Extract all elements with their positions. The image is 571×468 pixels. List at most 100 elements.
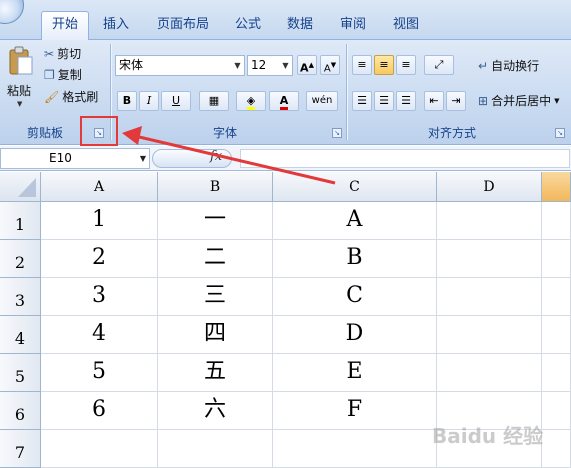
name-box-value: E10 — [49, 151, 72, 165]
grow-font-button[interactable]: A▲ — [297, 55, 317, 75]
select-all-triangle-icon — [18, 178, 36, 197]
align-top-button[interactable]: ≡ — [352, 55, 372, 75]
outdent-icon: ⇤ — [429, 94, 439, 107]
table-cell[interactable]: 1 — [41, 202, 158, 240]
table-cell[interactable]: 3 — [41, 278, 158, 316]
tab-review[interactable]: 审阅 — [333, 12, 373, 39]
phonetic-button[interactable]: wén — [306, 91, 338, 111]
font-size-box[interactable]: 12 ▼ — [247, 55, 293, 76]
table-cell[interactable] — [542, 316, 571, 354]
increase-indent-button[interactable]: ⇥ — [446, 91, 466, 111]
table-cell[interactable] — [542, 240, 571, 278]
chevron-down-icon[interactable]: ▼ — [279, 56, 292, 75]
table-cell[interactable] — [437, 278, 542, 316]
table-cell[interactable] — [542, 278, 571, 316]
row-header-6[interactable]: 6 — [0, 392, 41, 430]
table-cell[interactable]: E — [273, 354, 437, 392]
table-cell[interactable] — [41, 430, 158, 468]
table-cell[interactable]: 六 — [158, 392, 273, 430]
table-cell[interactable] — [437, 354, 542, 392]
table-cell[interactable]: C — [273, 278, 437, 316]
borders-button[interactable]: ▦ — [199, 91, 229, 111]
table-cell[interactable]: 四 — [158, 316, 273, 354]
table-cell[interactable]: 6 — [41, 392, 158, 430]
table-cell[interactable] — [273, 430, 437, 468]
align-bottom-button[interactable]: ≡ — [396, 55, 416, 75]
cut-button[interactable]: ✂ 剪切 — [44, 44, 81, 65]
row-header-3[interactable]: 3 — [0, 278, 41, 316]
align-middle-button[interactable]: ≡ — [374, 55, 394, 75]
alignment-dialog-launcher[interactable]: ↘ — [555, 128, 565, 138]
align-top-icon: ≡ — [357, 58, 367, 71]
tab-view[interactable]: 视图 — [386, 12, 426, 39]
column-header-selected[interactable] — [542, 172, 571, 202]
font-color-button[interactable]: A — [269, 91, 299, 111]
tab-formulas[interactable]: 公式 — [228, 12, 268, 39]
row-header-7[interactable]: 7 — [0, 430, 41, 468]
align-right-button[interactable]: ☰ — [396, 91, 416, 111]
office-button[interactable] — [0, 0, 24, 24]
align-left-button[interactable]: ☰ — [352, 91, 372, 111]
table-cell[interactable] — [542, 202, 571, 240]
table-cell[interactable]: 三 — [158, 278, 273, 316]
paste-button[interactable]: 粘贴 ▼ — [4, 46, 38, 124]
chevron-down-icon[interactable]: ▼ — [554, 91, 559, 112]
tab-insert[interactable]: 插入 — [93, 12, 139, 39]
fill-color-button[interactable]: ◈ — [236, 91, 266, 111]
column-header-a[interactable]: A — [41, 172, 158, 202]
tab-home[interactable]: 开始 — [41, 11, 89, 40]
row-header-2[interactable]: 2 — [0, 240, 41, 278]
select-all-button[interactable] — [0, 172, 41, 202]
paste-dropdown-icon: ▼ — [17, 100, 23, 108]
merge-cells-icon: ⊞ — [478, 94, 489, 108]
insert-function-button[interactable]: fx — [210, 149, 222, 164]
table-cell[interactable] — [542, 392, 571, 430]
font-dialog-launcher[interactable]: ↘ — [332, 128, 342, 138]
column-header-d[interactable]: D — [437, 172, 542, 202]
column-header-b[interactable]: B — [158, 172, 273, 202]
italic-button[interactable]: I — [139, 91, 159, 111]
format-painter-button[interactable]: 🖌 格式刷 — [44, 87, 98, 108]
table-cell[interactable]: 二 — [158, 240, 273, 278]
tab-page-layout[interactable]: 页面布局 — [148, 12, 218, 39]
table-cell[interactable]: A — [273, 202, 437, 240]
table-cell[interactable]: 一 — [158, 202, 273, 240]
table-cell[interactable] — [158, 430, 273, 468]
table-cell[interactable]: D — [273, 316, 437, 354]
table-cell[interactable] — [437, 240, 542, 278]
column-header-c[interactable]: C — [273, 172, 437, 202]
wrap-text-button[interactable]: ↵ 自动换行 — [478, 56, 539, 77]
chevron-down-icon[interactable]: ▼ — [231, 56, 244, 75]
indent-icon: ⇥ — [451, 94, 461, 107]
row-header-4[interactable]: 4 — [0, 316, 41, 354]
font-size-value: 12 — [251, 58, 267, 72]
underline-button[interactable]: U — [161, 91, 191, 111]
table-cell[interactable]: 5 — [41, 354, 158, 392]
alignment-group-label: 对齐方式 — [427, 126, 476, 140]
table-cell[interactable] — [542, 354, 571, 392]
wrap-text-label: 自动换行 — [491, 59, 540, 73]
bold-button[interactable]: B — [117, 91, 137, 111]
orientation-button[interactable]: ⤢ — [424, 55, 454, 75]
tab-data[interactable]: 数据 — [280, 12, 320, 39]
table-cell[interactable]: 2 — [41, 240, 158, 278]
row-header-1[interactable]: 1 — [0, 202, 41, 240]
name-box[interactable]: E10 ▼ — [0, 148, 150, 169]
merge-center-button[interactable]: ⊞ 合并后居中 ▼ — [478, 91, 559, 112]
table-cell[interactable]: B — [273, 240, 437, 278]
copy-label: 复制 — [57, 68, 82, 82]
table-cell[interactable]: 4 — [41, 316, 158, 354]
decrease-indent-button[interactable]: ⇤ — [424, 91, 444, 111]
formula-input[interactable] — [240, 149, 570, 168]
table-cell[interactable]: F — [273, 392, 437, 430]
table-cell[interactable] — [437, 202, 542, 240]
table-cell[interactable]: 五 — [158, 354, 273, 392]
table-cell[interactable] — [437, 316, 542, 354]
table-cell[interactable] — [542, 430, 571, 468]
align-center-button[interactable]: ☰ — [374, 91, 394, 111]
shrink-font-button[interactable]: A▼ — [320, 55, 340, 75]
chevron-down-icon[interactable]: ▼ — [140, 149, 146, 168]
copy-button[interactable]: ❐ 复制 — [44, 65, 82, 86]
row-header-5[interactable]: 5 — [0, 354, 41, 392]
font-name-box[interactable]: 宋体 ▼ — [115, 55, 245, 76]
